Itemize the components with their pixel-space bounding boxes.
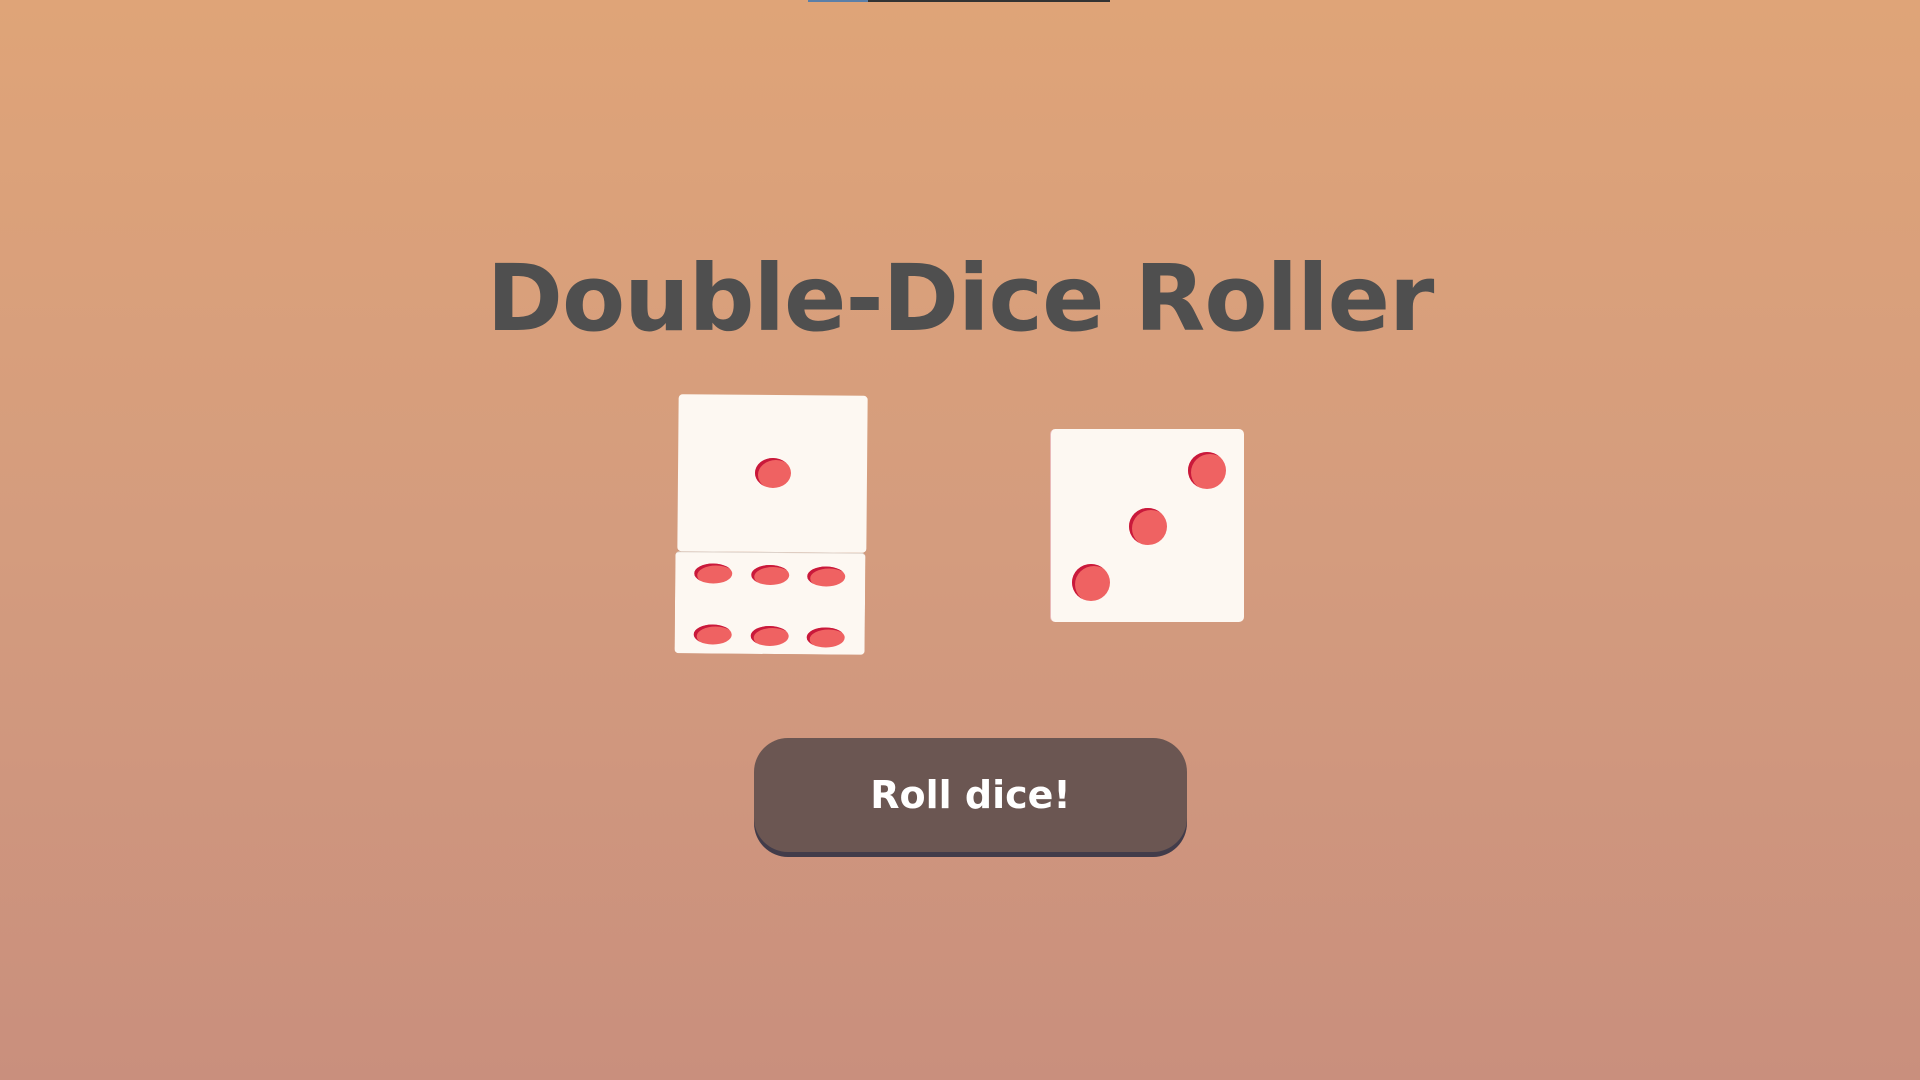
top-progress-segment [808, 0, 868, 2]
pip [754, 457, 792, 489]
left-die-face-one [677, 394, 868, 553]
right-die [1050, 429, 1244, 622]
top-progress-bar [808, 0, 1110, 2]
pip [1129, 508, 1167, 545]
left-die [674, 394, 868, 660]
pip [750, 625, 789, 647]
pip [1072, 564, 1110, 601]
pip [694, 563, 733, 584]
pip [807, 566, 846, 587]
roll-dice-button[interactable]: Roll dice! [754, 738, 1187, 852]
pip [751, 564, 790, 586]
pip [1188, 452, 1226, 489]
page-title: Double-Dice Roller [486, 245, 1435, 352]
left-die-face-six [674, 551, 866, 655]
pip [806, 627, 845, 648]
pip [693, 624, 732, 645]
